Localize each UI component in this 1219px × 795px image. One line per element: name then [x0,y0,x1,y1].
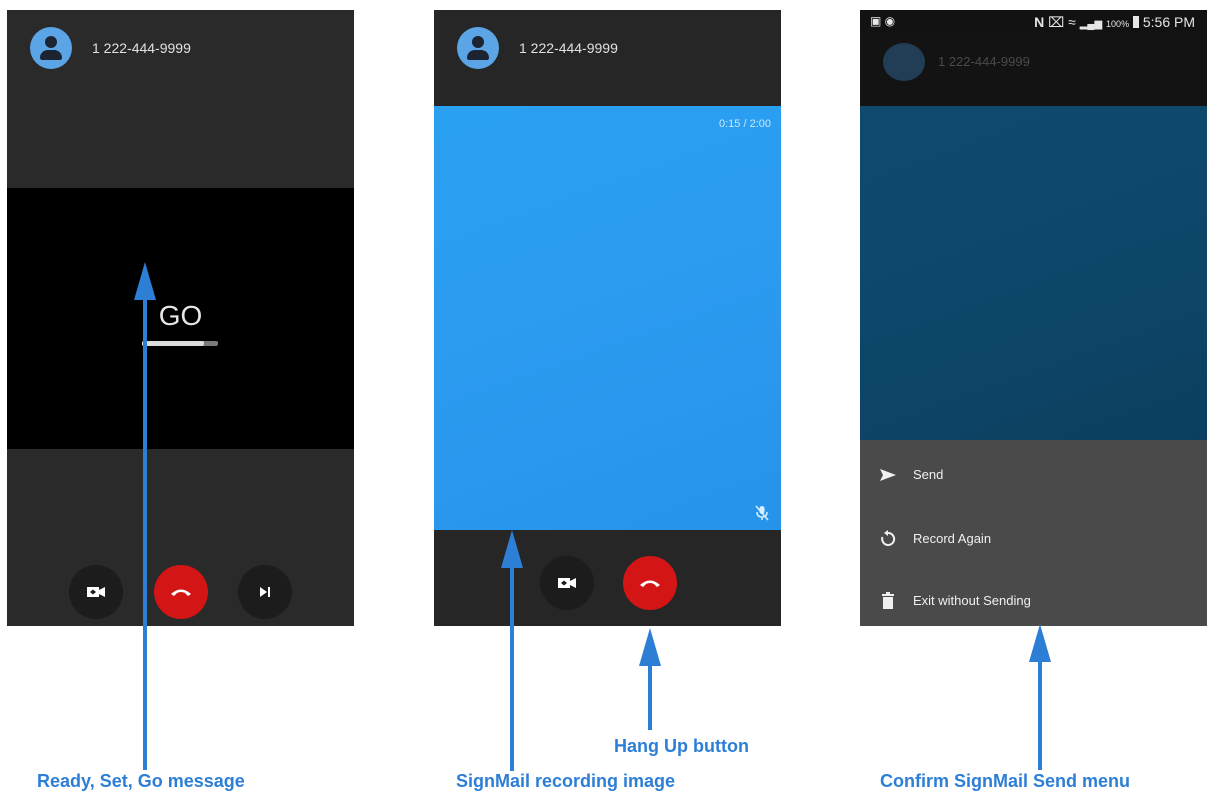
menu-item-label: Record Again [913,531,992,546]
signmail-recording-image: 0:15 / 2:00 [434,106,781,530]
phone-number: 1 222-444-9999 [519,40,618,56]
notification-icons: ▣ ◉ [870,14,896,28]
video-switch-icon [87,587,105,597]
dimmed-header: 1 222-444-9999 [860,32,1207,106]
menu-item-exit[interactable]: Exit without Sending [860,581,1207,621]
skip-icon [260,587,270,597]
caption-confirm: Confirm SignMail Send menu [880,771,1131,791]
phone-number: 1 222-444-9999 [92,40,191,56]
send-icon [880,469,896,481]
mute-icon: ⌧ [1048,14,1065,30]
arrow-confirm [1029,624,1051,770]
call-controls [7,449,354,626]
menu-item-record-again[interactable]: Record Again [860,519,1207,559]
caption-hangup: Hang Up button [614,736,749,756]
battery-icon [1132,16,1139,28]
avatar [30,27,72,69]
status-bar: ▣ ◉ N ⌧ ≈ ▂▄▆ 100% 5:56 PM [860,10,1207,32]
status-time: 5:56 PM [1142,14,1195,30]
call-controls [434,530,781,626]
video-switch-icon [558,578,576,588]
signmail-send-menu: Send Record Again Exit without Sending [860,440,1207,626]
wifi-icon: ≈ [1068,14,1076,30]
caption-recording: SignMail recording image [456,771,676,791]
menu-item-label: Send [913,467,944,482]
screen-recording: 1 222-444-9999 0:15 / 2:00 [434,10,781,626]
screen-ready-set-go: 1 222-444-9999 GO [7,10,354,626]
record-again-icon [881,530,896,546]
phone-number: 1 222-444-9999 [938,54,1030,69]
arrow-ready [134,262,156,770]
hang-up-icon [640,580,660,587]
nfc-icon: N [1034,14,1045,30]
caption-ready: Ready, Set, Go message [37,771,245,791]
recording-timer: 0:15 / 2:00 [719,118,771,130]
arrow-hangup [639,628,661,730]
status-right: N ⌧ ≈ ▂▄▆ 100% 5:56 PM [1034,14,1195,31]
video-switch-button[interactable] [69,565,123,619]
hang-up-icon [171,589,191,596]
trash-icon [882,592,894,609]
menu-item-label: Exit without Sending [913,593,1031,608]
caller-header: 1 222-444-9999 [7,10,354,188]
avatar [457,27,499,69]
arrow-recording [501,530,523,771]
hang-up-button[interactable] [623,556,677,610]
menu-item-send[interactable]: Send [860,455,1207,495]
signal-icon: ▂▄▆ [1079,19,1103,30]
skip-button[interactable] [238,565,292,619]
caller-header: 1 222-444-9999 [434,10,781,106]
mic-muted-icon [755,505,769,521]
hang-up-button[interactable] [154,565,208,619]
go-message: GO [158,300,203,331]
battery-percent: 100% [1106,19,1130,29]
dimmed-video [860,106,1207,440]
avatar [883,43,925,81]
video-switch-button[interactable] [540,556,594,610]
screen-confirm-send: 1 222-444-9999 ▣ ◉ N ⌧ ≈ ▂▄▆ 100% 5:56 P… [860,10,1207,626]
